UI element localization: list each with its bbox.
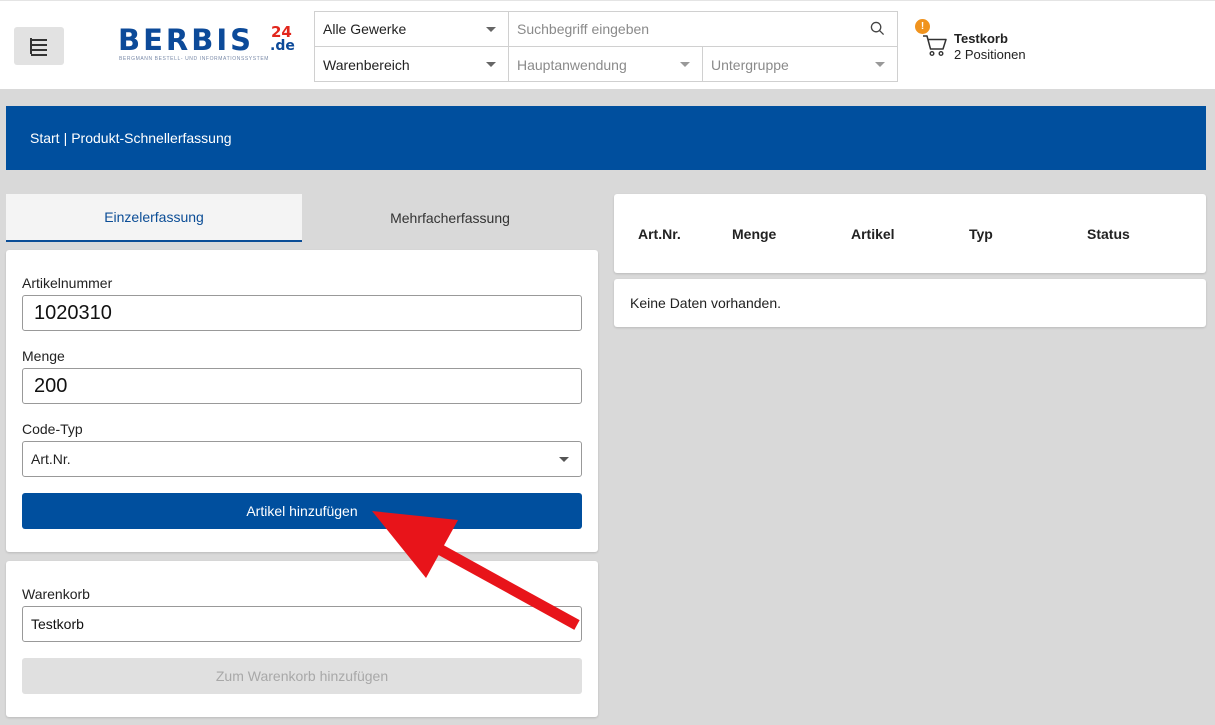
column-header-menge: Menge	[732, 226, 777, 242]
column-header-typ: Typ	[969, 226, 993, 242]
breadcrumb-separator: |	[63, 130, 68, 146]
column-header-artnr: Art.Nr.	[638, 226, 681, 242]
codetyp-select[interactable]: Art.Nr.	[22, 441, 582, 477]
hauptanwendung-placeholder: Hauptanwendung	[517, 56, 627, 73]
logo-tld: .de	[270, 38, 295, 54]
shopping-cart-icon	[923, 35, 947, 57]
codetyp-select-value: Art.Nr.	[31, 451, 71, 467]
chevron-down-icon	[486, 27, 496, 32]
gewerke-select[interactable]: Alle Gewerke	[315, 12, 509, 47]
gewerke-select-value: Alle Gewerke	[323, 21, 407, 37]
cart-selection-form: Warenkorb Zum Warenkorb hinzufügen	[6, 561, 598, 717]
chevron-down-icon	[559, 457, 569, 462]
cart-alert-badge: !	[915, 19, 930, 34]
warenbereich-select[interactable]: Warenbereich	[315, 47, 509, 82]
article-table-header: Art.Nr. Menge Artikel Typ Status	[614, 194, 1206, 273]
column-header-status: Status	[1087, 226, 1130, 242]
breadcrumb-current: Produkt-Schnellerfassung	[71, 130, 232, 146]
search-icon[interactable]	[870, 21, 885, 36]
header-cart[interactable]: ! Testkorb 2 Positionen	[914, 19, 1114, 69]
untergruppe-placeholder: Untergruppe	[711, 56, 789, 73]
single-entry-form: Artikelnummer Menge Code-Typ Art.Nr. Art…	[6, 250, 598, 552]
artikelnummer-input[interactable]	[22, 295, 582, 331]
artikelnummer-label: Artikelnummer	[22, 275, 113, 291]
table-empty-message: Keine Daten vorhanden.	[614, 279, 1206, 327]
cart-positions: 2 Positionen	[954, 47, 1026, 62]
column-header-artikel: Artikel	[851, 226, 895, 242]
breadcrumb-home-link[interactable]: Start	[30, 130, 60, 146]
breadcrumb: Start | Produkt-Schnellerfassung	[6, 106, 1206, 170]
chevron-down-icon	[486, 62, 496, 67]
logo-brand: BERBIS	[118, 23, 255, 57]
hauptanwendung-select[interactable]: Hauptanwendung	[509, 47, 703, 82]
warenkorb-input[interactable]	[22, 606, 582, 642]
menge-label: Menge	[22, 348, 65, 364]
search-filter-grid: Alle Gewerke Suchbegriff eingeben Warenb…	[314, 11, 898, 82]
warenkorb-label: Warenkorb	[22, 586, 90, 602]
tab-einzelerfassung[interactable]: Einzelerfassung	[6, 194, 302, 242]
berbis-logo[interactable]: BERBIS 24 .de BERGMANN BESTELL- UND INFO…	[118, 25, 298, 65]
cart-name: Testkorb	[954, 31, 1008, 46]
menge-input[interactable]	[22, 368, 582, 404]
chevron-down-icon	[680, 62, 690, 67]
warenbereich-select-value: Warenbereich	[323, 56, 410, 73]
add-to-cart-button[interactable]: Zum Warenkorb hinzufügen	[22, 658, 582, 694]
entry-mode-tabs: Einzelerfassung Mehrfacherfassung	[6, 194, 598, 242]
untergruppe-select[interactable]: Untergruppe	[703, 47, 897, 82]
search-input[interactable]: Suchbegriff eingeben	[509, 12, 897, 47]
chevron-down-icon	[875, 62, 885, 67]
search-placeholder: Suchbegriff eingeben	[517, 21, 650, 37]
codetyp-label: Code-Typ	[22, 421, 83, 437]
logo-tagline: BERGMANN BESTELL- UND INFORMATIONSSYSTEM	[119, 56, 270, 62]
tab-mehrfacherfassung[interactable]: Mehrfacherfassung	[302, 194, 598, 242]
top-header: BERBIS 24 .de BERGMANN BESTELL- UND INFO…	[0, 0, 1215, 89]
hamburger-menu-button[interactable]	[14, 27, 64, 65]
add-article-button[interactable]: Artikel hinzufügen	[22, 493, 582, 529]
